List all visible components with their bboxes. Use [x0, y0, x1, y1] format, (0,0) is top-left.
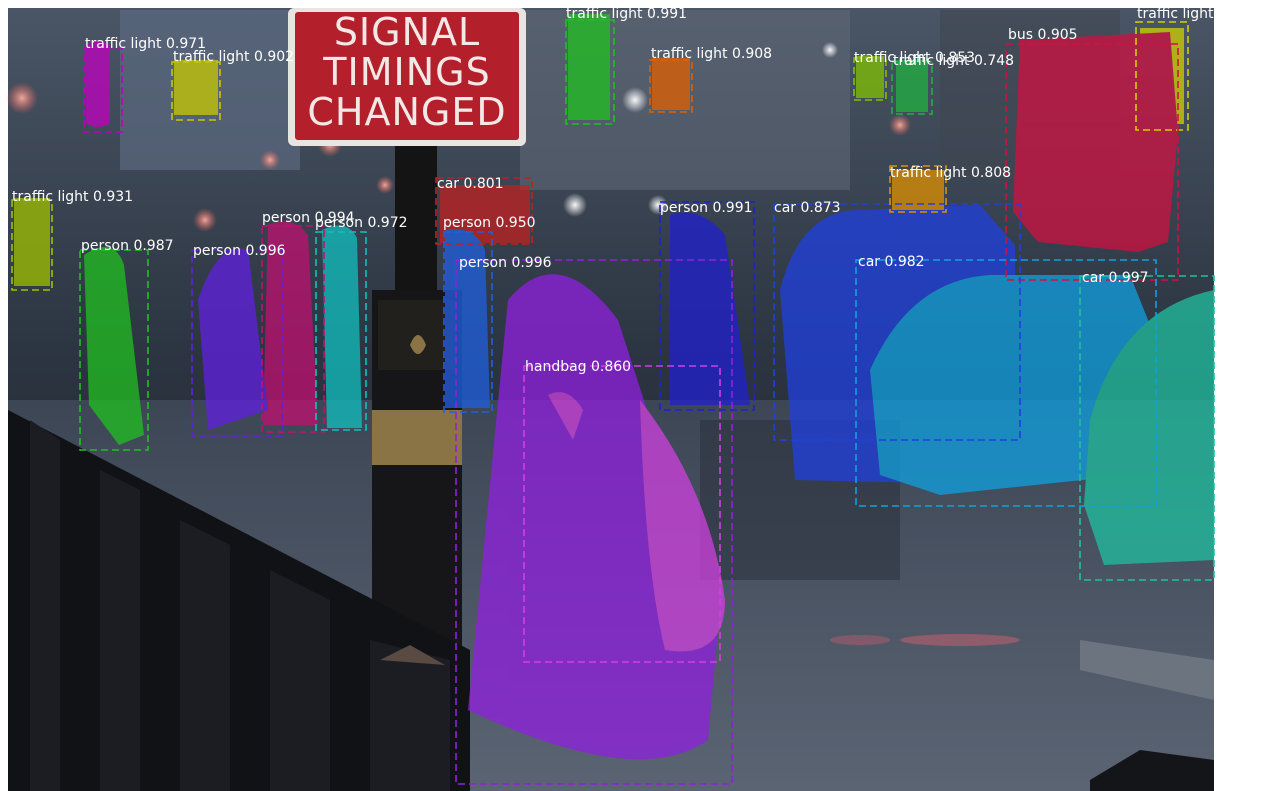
mask-person-0972 — [322, 225, 362, 428]
label-person-0996-center: person 0.996 — [459, 255, 552, 271]
mask-traffic-light-0908 — [652, 58, 690, 110]
label-person-0972: person 0.972 — [315, 215, 408, 231]
sign-line-3: CHANGED — [307, 90, 506, 134]
label-traffic-light-0908: traffic light 0.908 — [651, 46, 772, 62]
label-traffic-light-0991: traffic light 0.991 — [566, 6, 687, 22]
mask-bus-0905 — [1013, 32, 1178, 252]
label-car-0982: car 0.982 — [858, 254, 925, 270]
label-person-0987: person 0.987 — [81, 238, 174, 254]
label-car-0801: car 0.801 — [437, 176, 504, 192]
label-handbag-0860: handbag 0.860 — [525, 359, 631, 375]
sign-line-2: TIMINGS — [322, 50, 490, 94]
signal-timings-sign: SIGNAL TIMINGS CHANGED — [288, 8, 526, 146]
label-traffic-light-0902: traffic light 0.902 — [173, 49, 294, 65]
mask-traffic-light-0991 — [568, 14, 610, 120]
label-car-0873: car 0.873 — [774, 200, 841, 216]
mask-traffic-light-0902 — [174, 60, 218, 115]
label-bus-0905: bus 0.905 — [1008, 27, 1078, 43]
label-person-0991: person 0.991 — [660, 200, 753, 216]
mask-traffic-light-0971 — [86, 41, 110, 127]
label-person-0950: person 0.950 — [443, 215, 536, 231]
label-car-0997: car 0.997 — [1082, 270, 1149, 286]
label-traffic-light-0982: traffic light 0.982 — [1137, 6, 1258, 22]
sign-line-1: SIGNAL — [334, 10, 480, 54]
label-person-0996-left: person 0.996 — [193, 243, 286, 259]
detection-visualization: SIGNAL TIMINGS CHANGED traffic light 0.9… — [6, 6, 1258, 791]
mask-traffic-light-0931 — [14, 198, 50, 286]
label-traffic-light-0808: traffic light 0.808 — [890, 165, 1011, 181]
label-traffic-light-0748: traffic light 0.748 — [893, 53, 1014, 69]
label-traffic-light-0931: traffic light 0.931 — [12, 189, 133, 205]
